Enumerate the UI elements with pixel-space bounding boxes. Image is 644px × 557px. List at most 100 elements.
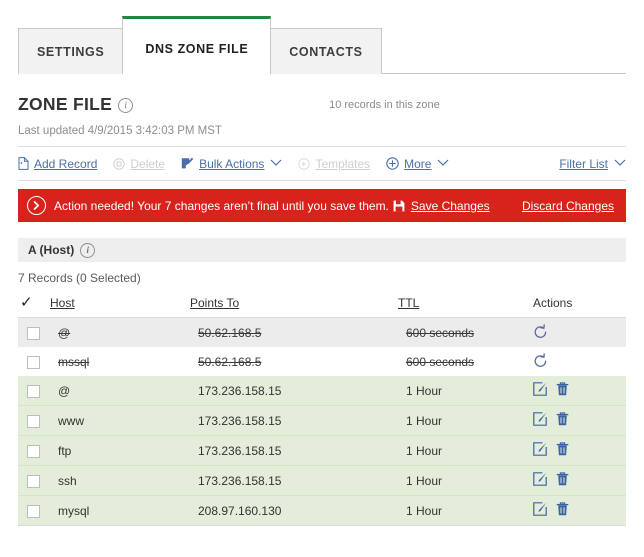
chevron-down-icon[interactable] <box>437 159 449 169</box>
add-record-button[interactable]: Add Record <box>18 157 97 171</box>
row-host-cell: @ <box>50 376 190 406</box>
row-host-cell-label: mysql <box>50 504 89 518</box>
table-bottom-divider <box>18 525 626 526</box>
delete-circle-icon <box>113 158 125 170</box>
save-changes-link[interactable]: Save Changes <box>411 199 490 213</box>
row-ttl-cell-label: 600 seconds <box>398 326 474 340</box>
row-checkbox[interactable] <box>27 445 40 458</box>
trash-icon[interactable] <box>556 442 569 456</box>
row-ttl-cell: 600 seconds <box>398 318 533 348</box>
info-icon[interactable]: i <box>118 98 133 113</box>
row-ttl-cell: 1 Hour <box>398 406 533 436</box>
row-host-cell: ftp <box>50 436 190 466</box>
edit-icon[interactable] <box>533 382 547 396</box>
row-checkbox[interactable] <box>27 327 40 340</box>
row-host-cell: ssh <box>50 466 190 496</box>
undo-icon[interactable] <box>533 324 548 339</box>
column-header-ttl[interactable]: TTL <box>398 295 533 318</box>
edit-icon[interactable] <box>533 502 547 516</box>
discard-changes-link[interactable]: Discard Changes <box>522 199 614 213</box>
table-row[interactable]: ssh 173.236.158.15 1 Hour <box>18 466 626 496</box>
section-title: A (Host) <box>28 243 74 257</box>
table-row[interactable]: mysql208.97.160.1301 Hour <box>18 496 626 526</box>
row-host-cell-label: ssh <box>50 474 77 488</box>
trash-icon[interactable] <box>556 382 569 396</box>
row-points-to-cell-label: 173.236.158.15 <box>190 414 281 428</box>
edit-icon[interactable] <box>533 442 547 456</box>
row-host-cell-label: www <box>50 414 84 428</box>
row-checkbox-cell <box>18 496 50 526</box>
chevron-down-icon[interactable] <box>614 159 626 169</box>
column-header-actions: Actions <box>533 295 626 318</box>
row-host-cell-label: ftp <box>50 444 71 458</box>
row-ttl-cell-label: 600 seconds <box>398 355 474 369</box>
unsaved-changes-banner: Action needed! Your 7 changes aren’t fin… <box>18 189 626 222</box>
templates-button[interactable]: Templates <box>298 157 370 171</box>
row-points-to-cell-label: 173.236.158.15 <box>190 384 281 398</box>
row-checkbox[interactable] <box>27 505 40 518</box>
row-actions-cell <box>533 436 626 466</box>
column-header-actions-label: Actions <box>533 296 572 310</box>
row-points-to-cell: 173.236.158.15 <box>190 406 398 436</box>
row-checkbox[interactable] <box>27 415 40 428</box>
table-row[interactable]: ftp173.236.158.151 Hour <box>18 436 626 466</box>
column-header-points-to-label: Points To <box>190 296 239 310</box>
add-record-label: Add Record <box>34 157 97 171</box>
row-host-cell: @ <box>50 318 190 348</box>
select-all-header[interactable]: ✓ <box>18 295 50 318</box>
row-ttl-cell: 1 Hour <box>398 466 533 496</box>
row-checkbox-cell <box>18 406 50 436</box>
row-actions-cell <box>533 318 626 348</box>
row-checkbox[interactable] <box>27 475 40 488</box>
tab-contacts[interactable]: CONTACTS <box>270 28 381 74</box>
row-points-to-cell: 173.236.158.15 <box>190 436 398 466</box>
table-row[interactable]: @50.62.168.5 600 seconds <box>18 318 626 348</box>
row-checkbox-cell <box>18 376 50 406</box>
trash-icon[interactable] <box>556 472 569 486</box>
row-actions-cell <box>533 347 626 376</box>
records-selected-count: 7 Records (0 Selected) <box>18 271 626 285</box>
table-header-row: ✓ Host Points To TTL Actions <box>18 295 626 318</box>
row-actions-cell <box>533 376 626 406</box>
edit-icon[interactable] <box>533 412 547 426</box>
checkmark-icon[interactable]: ✓ <box>18 295 33 310</box>
info-icon[interactable]: i <box>80 243 95 258</box>
trash-icon[interactable] <box>556 502 569 516</box>
table-row[interactable]: www 173.236.158.15 1 Hour <box>18 406 626 436</box>
row-actions-cell <box>533 406 626 436</box>
more-button[interactable]: More <box>386 157 449 171</box>
row-host-cell-label: @ <box>50 326 70 340</box>
tab-settings[interactable]: SETTINGS <box>18 28 123 74</box>
column-header-points-to[interactable]: Points To <box>190 295 398 318</box>
row-checkbox[interactable] <box>27 356 40 369</box>
save-floppy-icon[interactable] <box>393 200 405 212</box>
row-points-to-cell-label: 173.236.158.15 <box>190 474 281 488</box>
records-toolbar: Add Record Delete Bulk Actions <box>18 147 626 181</box>
chevron-right-circle-icon <box>27 196 46 215</box>
tab-dns-zone-file[interactable]: DNS ZONE FILE <box>122 16 271 74</box>
templates-label: Templates <box>315 157 370 171</box>
page-title: ZONE FILE <box>18 94 112 115</box>
chevron-down-icon[interactable] <box>270 159 282 169</box>
plus-circle-icon <box>386 157 399 170</box>
delete-button[interactable]: Delete <box>113 157 165 171</box>
row-checkbox-cell <box>18 318 50 348</box>
row-points-to-cell-label: 50.62.168.5 <box>190 326 261 340</box>
row-host-cell-label: mssql <box>50 355 89 369</box>
trash-icon[interactable] <box>556 412 569 426</box>
row-checkbox-cell <box>18 436 50 466</box>
table-row[interactable]: @173.236.158.151 Hour <box>18 376 626 406</box>
column-header-host-label: Host <box>50 296 75 310</box>
templates-circle-icon <box>298 158 310 170</box>
edit-icon[interactable] <box>533 472 547 486</box>
row-checkbox-cell <box>18 466 50 496</box>
table-row[interactable]: mssql50.62.168.5600 seconds <box>18 347 626 376</box>
row-checkbox[interactable] <box>27 385 40 398</box>
bulk-actions-button[interactable]: Bulk Actions <box>181 157 282 171</box>
column-header-host[interactable]: Host <box>50 295 190 318</box>
row-host-cell: www <box>50 406 190 436</box>
undo-icon[interactable] <box>533 353 548 368</box>
filter-list-button[interactable]: Filter List <box>554 157 626 171</box>
row-points-to-cell: 173.236.158.15 <box>190 376 398 406</box>
bulk-actions-label: Bulk Actions <box>199 157 264 171</box>
